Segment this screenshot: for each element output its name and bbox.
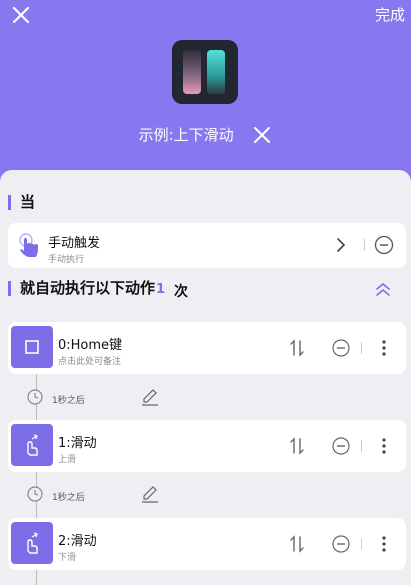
chevron-double-up-icon[interactable] xyxy=(375,281,391,297)
action-card[interactable]: 2:滑动 下滑 xyxy=(8,518,406,570)
delay-label: 1秒之后 xyxy=(52,396,85,406)
action-subtitle: 下滑 xyxy=(58,553,77,563)
timeline-line xyxy=(36,570,37,585)
clock-icon xyxy=(27,486,43,502)
more-vert-icon[interactable] xyxy=(381,339,387,357)
actions-section-title: 就自动执行以下动作 xyxy=(8,281,155,296)
minus-circle-icon[interactable] xyxy=(331,534,351,554)
delay-label: 1秒之后 xyxy=(52,493,85,503)
action-title: 1:滑动 xyxy=(58,436,97,451)
trigger-subtitle: 手动执行 xyxy=(48,255,85,265)
pencil-icon[interactable] xyxy=(141,388,159,406)
action-title: 0:Home键 xyxy=(58,338,123,353)
clock-icon xyxy=(27,389,43,405)
sort-icon[interactable] xyxy=(289,437,305,455)
more-vert-icon[interactable] xyxy=(381,535,387,553)
trigger-title: 手动触发 xyxy=(48,236,101,251)
hand-tap-icon xyxy=(19,233,38,257)
action-subtitle: 上滑 xyxy=(58,455,77,465)
action-card[interactable]: 0:Home键 点击此处可备注 xyxy=(8,322,406,374)
macro-title[interactable]: 示例:上下滑动 xyxy=(139,124,234,145)
swipe-icon xyxy=(11,424,53,466)
action-title: 2:滑动 xyxy=(58,534,97,549)
title-row: 示例:上下滑动 xyxy=(0,124,411,148)
repeat-count[interactable]: 1 xyxy=(156,282,165,297)
pencil-icon[interactable] xyxy=(141,485,159,503)
more-vert-icon[interactable] xyxy=(381,437,387,455)
sort-icon[interactable] xyxy=(289,339,305,357)
sort-icon[interactable] xyxy=(289,535,305,553)
trigger-section-title: 当 xyxy=(8,195,35,210)
done-button[interactable]: 完成 xyxy=(375,4,405,25)
repeat-count-unit: 次 xyxy=(174,284,188,300)
minus-circle-icon[interactable] xyxy=(331,436,351,456)
trigger-card[interactable]: 手动触发 手动执行 xyxy=(8,223,406,268)
chevron-right-icon[interactable] xyxy=(334,236,348,254)
minus-circle-icon[interactable] xyxy=(374,235,394,255)
home-square-icon xyxy=(11,326,53,368)
app-icon xyxy=(172,40,238,104)
action-card[interactable]: 1:滑动 上滑 xyxy=(8,420,406,472)
action-subtitle[interactable]: 点击此处可备注 xyxy=(58,354,121,367)
minus-circle-icon[interactable] xyxy=(331,338,351,358)
close-icon[interactable] xyxy=(10,4,32,26)
swipe-icon xyxy=(11,522,53,564)
close-icon[interactable] xyxy=(252,125,272,145)
